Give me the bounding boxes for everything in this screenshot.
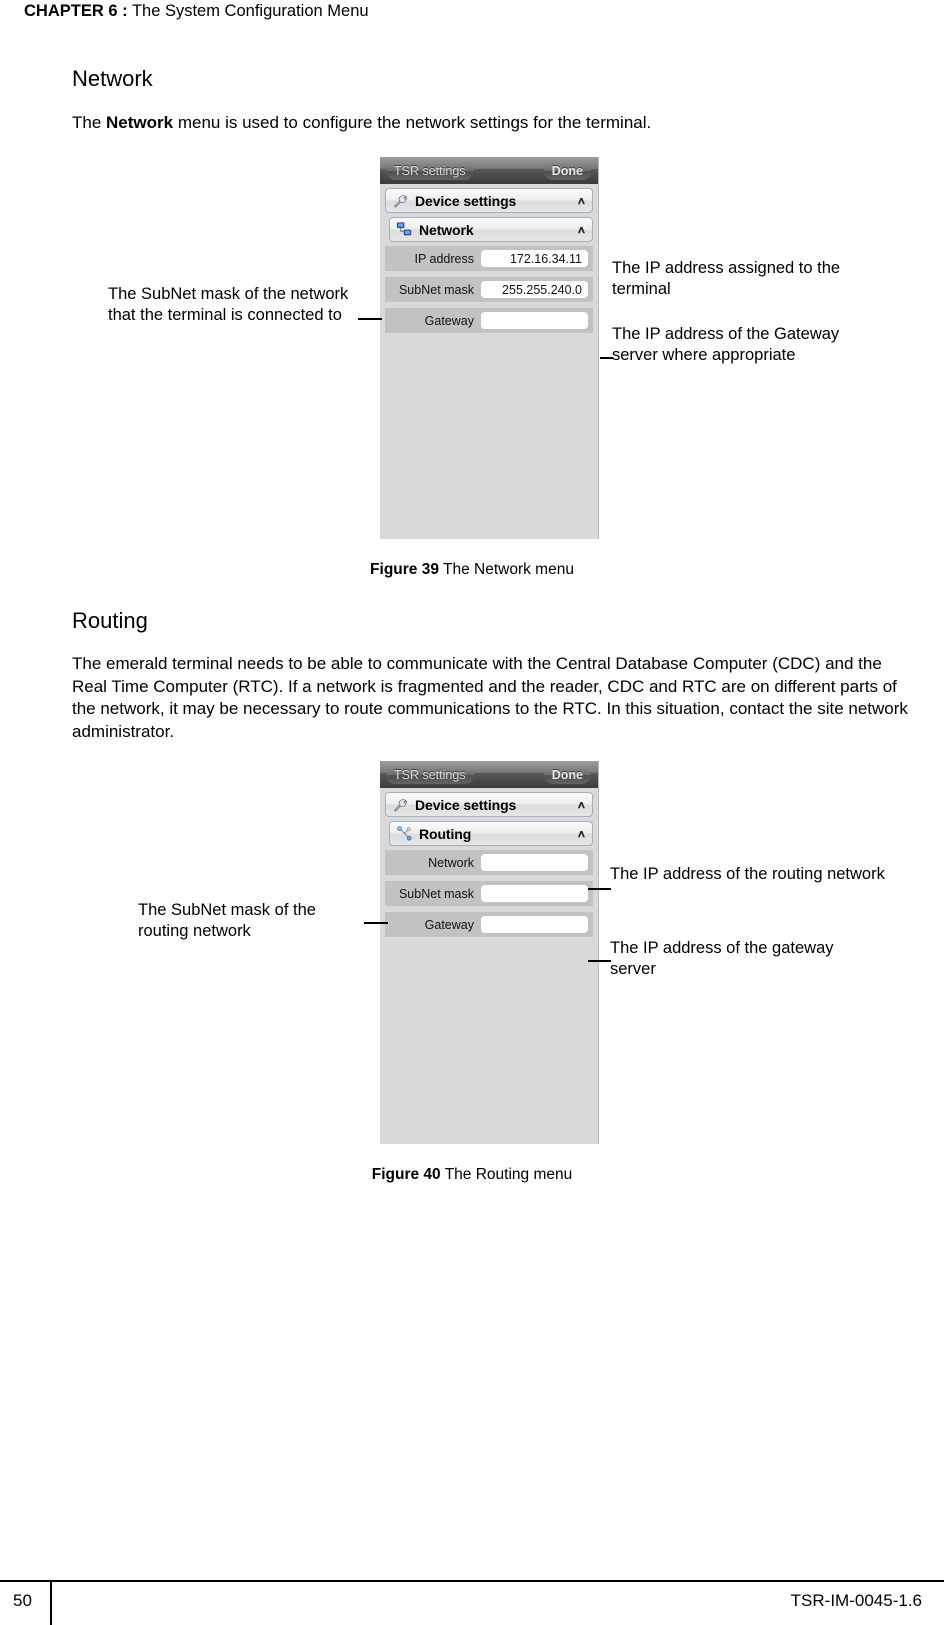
menu-label-network: Network (419, 221, 474, 238)
tsr-settings-button-routing[interactable]: TSR settings (386, 765, 474, 784)
chevron-up-icon-device-settings-network[interactable]: ∧ (576, 195, 586, 207)
chevron-up-icon-routing[interactable]: ∧ (576, 828, 586, 840)
field-row-gateway: Gateway (385, 308, 593, 333)
field-input-routing-gateway[interactable] (481, 916, 588, 933)
network-computers-icon (396, 222, 412, 236)
routing-nodes-icon (397, 826, 412, 841)
menu-item-routing[interactable]: Routing ∧ (389, 821, 593, 846)
figure-39-label: Figure 39 (370, 561, 439, 578)
field-label-ip-address: IP address (414, 251, 474, 266)
leader-line-network-gateway (600, 357, 613, 359)
menu-label-routing: Routing (419, 825, 472, 842)
field-input-ip-address[interactable]: 172.16.34.11 (481, 250, 588, 267)
device-titlebar-network: TSR settings Done (380, 157, 598, 184)
callout-routing-network-text: The IP address of the routing network (610, 865, 885, 883)
figure-caption-39: Figure 39 The Network menu (0, 560, 944, 580)
device-screenshot-network: TSR settings Done Device settings ∧ Netw… (380, 157, 599, 539)
running-head: CHAPTER 6 : The System Configuration Men… (24, 0, 369, 22)
wrench-icon (394, 195, 408, 208)
field-row-routing-gateway: Gateway (385, 912, 593, 937)
running-head-chapter-word: CHAPTER (24, 2, 104, 20)
done-button-network[interactable]: Done (543, 161, 591, 180)
field-label-routing-gateway: Gateway (424, 917, 474, 932)
network-intro-lead: The (72, 113, 107, 132)
callout-routing-subnet-text: The SubNet mask of the routing network (138, 901, 316, 940)
field-row-routing-network: Network (385, 850, 593, 875)
chevron-up-icon-network[interactable]: ∧ (576, 224, 586, 236)
figure-40-text: The Routing menu (444, 1166, 573, 1183)
field-row-subnet-mask: SubNet mask 255.255.240.0 (385, 277, 593, 302)
callout-routing-gateway: The IP address of the gateway server (610, 938, 860, 980)
field-input-routing-subnet-mask[interactable] (481, 885, 588, 902)
wrench-icon (394, 799, 408, 812)
done-button-routing[interactable]: Done (543, 765, 591, 784)
running-head-colon: : (122, 2, 128, 20)
field-label-routing-subnet-mask: SubNet mask (398, 886, 474, 901)
section-heading-routing: Routing (72, 608, 148, 633)
leader-line-network-subnet (358, 318, 382, 320)
section-heading-network: Network (72, 66, 153, 91)
callout-network-gateway-text: The IP address of the Gateway server whe… (612, 325, 840, 364)
menu-item-device-settings-routing[interactable]: Device settings ∧ (385, 792, 593, 817)
footer-rule (0, 1580, 944, 1582)
field-row-routing-subnet-mask: SubNet mask (385, 881, 593, 906)
leader-line-routing-gateway (588, 960, 611, 962)
leader-line-routing-network (588, 888, 611, 890)
callout-network-subnet: The SubNet mask of the network that the … (108, 284, 360, 326)
callout-network-ip-text: The IP address assigned to the terminal (612, 259, 841, 298)
network-intro-bold: Network (106, 113, 174, 132)
field-label-subnet-mask: SubNet mask (398, 282, 474, 297)
field-label-gateway: Gateway (424, 313, 474, 328)
menu-label-device-settings-routing: Device settings (415, 796, 517, 813)
field-row-ip-address: IP address 172.16.34.11 (385, 246, 593, 271)
callout-network-subnet-text: The SubNet mask of the network that the … (108, 285, 349, 324)
figure-39-text: The Network menu (443, 561, 574, 578)
callout-network-gateway: The IP address of the Gateway server whe… (612, 324, 862, 366)
device-screenshot-routing: TSR settings Done Device settings ∧ Rout… (380, 761, 599, 1144)
callout-routing-gateway-text: The IP address of the gateway server (610, 939, 834, 978)
routing-intro-paragraph: The emerald terminal needs to be able to… (72, 654, 908, 741)
running-head-chapter-number: 6 (108, 2, 118, 20)
network-intro-tail: menu is used to configure the network se… (173, 113, 652, 132)
leader-line-routing-subnet (364, 922, 388, 924)
callout-routing-subnet: The SubNet mask of the routing network (138, 900, 363, 942)
device-body-routing: Device settings ∧ Routing ∧ Network SubN… (380, 788, 598, 1100)
device-body-network: Device settings ∧ Network ∧ IP address 1… (380, 184, 598, 496)
menu-label-device-settings-network: Device settings (415, 192, 517, 209)
menu-item-device-settings-network[interactable]: Device settings ∧ (385, 188, 593, 213)
figure-40-label: Figure 40 (371, 1166, 441, 1183)
callout-network-ip: The IP address assigned to the terminal (612, 258, 882, 300)
chevron-up-icon-device-settings-routing[interactable]: ∧ (576, 799, 586, 811)
callout-routing-network: The IP address of the routing network (610, 864, 890, 885)
field-label-routing-network: Network (428, 855, 474, 870)
field-input-subnet-mask[interactable]: 255.255.240.0 (481, 281, 588, 298)
network-intro-paragraph: The Network menu is used to configure th… (72, 112, 902, 135)
figure-caption-40: Figure 40 The Routing menu (0, 1165, 944, 1185)
running-head-title: The System Configuration Menu (131, 2, 369, 20)
footer-separator (50, 1580, 52, 1625)
field-input-routing-network[interactable] (481, 854, 588, 871)
tsr-settings-button-network[interactable]: TSR settings (386, 161, 474, 180)
device-titlebar-routing: TSR settings Done (380, 761, 598, 788)
footer-document-code: TSR-IM-0045-1.6 (790, 1591, 922, 1610)
device-empty-area-routing (385, 940, 593, 1100)
device-empty-area-network (385, 336, 593, 496)
footer-page-number: 50 (13, 1591, 32, 1610)
menu-item-network[interactable]: Network ∧ (389, 217, 593, 242)
field-input-gateway[interactable] (481, 312, 588, 329)
